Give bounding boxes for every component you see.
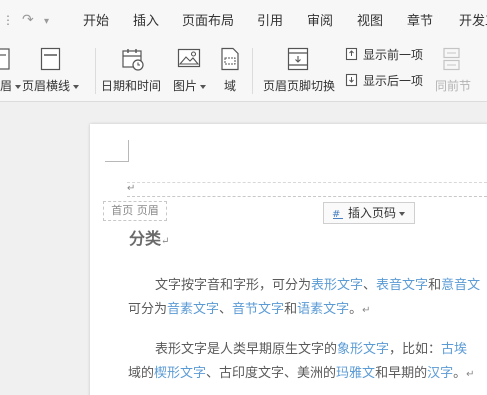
header-paragraph-mark: ↵ bbox=[127, 183, 136, 194]
quick-access-separator: ⋮ bbox=[2, 13, 14, 27]
tab-section[interactable]: 章节 bbox=[407, 13, 433, 31]
text-run: 和 bbox=[284, 302, 298, 317]
first-page-header-label: 首页 页眉 bbox=[103, 201, 167, 221]
ribbon-divider bbox=[95, 48, 96, 94]
page-number-icon: # bbox=[332, 209, 343, 219]
redo-icon[interactable]: ↷ bbox=[22, 10, 34, 30]
link-cuneiform[interactable]: 楔形文字 bbox=[154, 366, 206, 381]
header-button-partial[interactable]: 眉 bbox=[0, 44, 22, 96]
text-run: 。 bbox=[453, 366, 467, 381]
same-as-previous-label: 同前节 bbox=[435, 79, 472, 93]
text-run: 文字按字音和字形，可分为 bbox=[155, 278, 312, 293]
switch-header-footer-icon bbox=[287, 47, 309, 71]
picture-button[interactable]: 图片 bbox=[172, 44, 208, 96]
text-run: 域的 bbox=[128, 366, 155, 381]
date-time-button[interactable]: 日期和时间 bbox=[101, 44, 163, 96]
menu-bar: ⋮ ↷ ▾ 开始 插入 页面布局 引用 审阅 视图 章节 开发工 bbox=[0, 0, 487, 40]
text-run: ，比如： bbox=[389, 342, 442, 357]
link-hieroglyph[interactable]: 象形文字 bbox=[337, 342, 389, 357]
paragraph-2-line-2[interactable]: 域的楔形文字、古印度文字、美洲的玛雅文和早期的汉字。↵ bbox=[128, 365, 475, 384]
header-button-label: 眉 bbox=[0, 78, 22, 94]
field-button[interactable]: 域 bbox=[218, 44, 242, 96]
text-run: 。 bbox=[349, 302, 363, 317]
link-syllabic[interactable]: 音节文字 bbox=[232, 302, 284, 317]
picture-icon bbox=[177, 48, 201, 68]
link-ancient-egypt[interactable]: 古埃 bbox=[441, 342, 467, 357]
field-icon bbox=[221, 47, 239, 71]
chevron-down-icon[interactable]: ▾ bbox=[44, 12, 49, 32]
tab-home[interactable]: 开始 bbox=[83, 13, 109, 31]
header-bottom-line bbox=[127, 196, 487, 197]
tab-review[interactable]: 审阅 bbox=[307, 13, 333, 31]
date-time-label: 日期和时间 bbox=[101, 79, 162, 93]
show-next-label: 显示后一项 bbox=[363, 74, 424, 88]
calendar-icon bbox=[122, 49, 144, 71]
show-next-icon bbox=[345, 73, 358, 87]
link-phonemic[interactable]: 音素文字 bbox=[167, 302, 219, 317]
text-run: 和早期的 bbox=[375, 366, 428, 381]
switch-header-footer-button[interactable]: 页眉页脚切换 bbox=[261, 44, 337, 96]
text-run: 、 bbox=[363, 278, 377, 293]
paragraph-mark: ↵ bbox=[161, 236, 170, 247]
tab-view[interactable]: 视图 bbox=[357, 13, 383, 31]
link-maya-script[interactable]: 玛雅文 bbox=[336, 366, 375, 381]
show-previous-label: 显示前一项 bbox=[363, 48, 424, 62]
text-run: 表形文字是人类早期原生文字的 bbox=[155, 342, 338, 357]
picture-label: 图片 bbox=[173, 78, 207, 94]
insert-page-number-label: 插入页码 bbox=[348, 206, 397, 220]
link-sections-icon bbox=[443, 47, 460, 71]
paragraph-2-line-1[interactable]: 表形文字是人类早期原生文字的象形文字，比如：古埃 bbox=[155, 341, 467, 359]
header-line-button[interactable]: 页眉横线 bbox=[22, 44, 84, 96]
show-next-button[interactable]: 显示后一项 bbox=[345, 73, 423, 89]
paragraph-mark: ↵ bbox=[466, 369, 475, 380]
paragraph-1-line-1[interactable]: 文字按字音和字形，可分为表形文字、表音文字和意音文 bbox=[155, 277, 480, 295]
margin-corner-mark bbox=[128, 140, 129, 162]
heading-classification[interactable]: 分类↵ bbox=[129, 229, 169, 252]
field-label: 域 bbox=[224, 79, 237, 93]
show-previous-button[interactable]: 显示前一项 bbox=[345, 47, 423, 63]
svg-text:#: # bbox=[332, 209, 340, 219]
margin-corner-mark bbox=[105, 161, 129, 162]
link-logophonetic[interactable]: 意音文 bbox=[441, 278, 480, 293]
header-boundary-line bbox=[127, 182, 487, 183]
heading-text: 分类 bbox=[129, 229, 162, 248]
text-run: 、古印度文字、美洲的 bbox=[206, 366, 337, 381]
link-morphemic[interactable]: 语素文字 bbox=[297, 302, 349, 317]
tab-insert[interactable]: 插入 bbox=[133, 13, 159, 31]
header-line-icon bbox=[40, 47, 61, 71]
ribbon-divider bbox=[252, 48, 253, 94]
tab-page-layout[interactable]: 页面布局 bbox=[182, 13, 234, 31]
text-run: 可分为 bbox=[128, 302, 168, 317]
paragraph-1-line-2[interactable]: 可分为音素文字、音节文字和语素文字。↵ bbox=[128, 301, 371, 320]
link-chinese-characters[interactable]: 汉字 bbox=[427, 366, 453, 381]
tab-developer[interactable]: 开发工 bbox=[459, 13, 487, 31]
header-line-label: 页眉横线 bbox=[22, 78, 80, 94]
insert-page-number-button[interactable]: # 插入页码 bbox=[323, 202, 415, 224]
link-phonetic[interactable]: 表音文字 bbox=[376, 278, 428, 293]
text-run: 、 bbox=[219, 302, 233, 317]
tab-references[interactable]: 引用 bbox=[257, 13, 283, 31]
text-run: 和 bbox=[428, 278, 442, 293]
link-pictographic[interactable]: 表形文字 bbox=[311, 278, 363, 293]
wps-writer-window: ⋮ ↷ ▾ 开始 插入 页面布局 引用 审阅 视图 章节 开发工 眉 页眉横线 bbox=[0, 0, 487, 395]
document-icon bbox=[0, 48, 10, 70]
switch-header-footer-label: 页眉页脚切换 bbox=[263, 79, 336, 93]
same-as-previous-button[interactable]: 同前节 bbox=[432, 44, 472, 96]
show-previous-icon bbox=[345, 47, 358, 61]
paragraph-mark: ↵ bbox=[362, 305, 371, 316]
